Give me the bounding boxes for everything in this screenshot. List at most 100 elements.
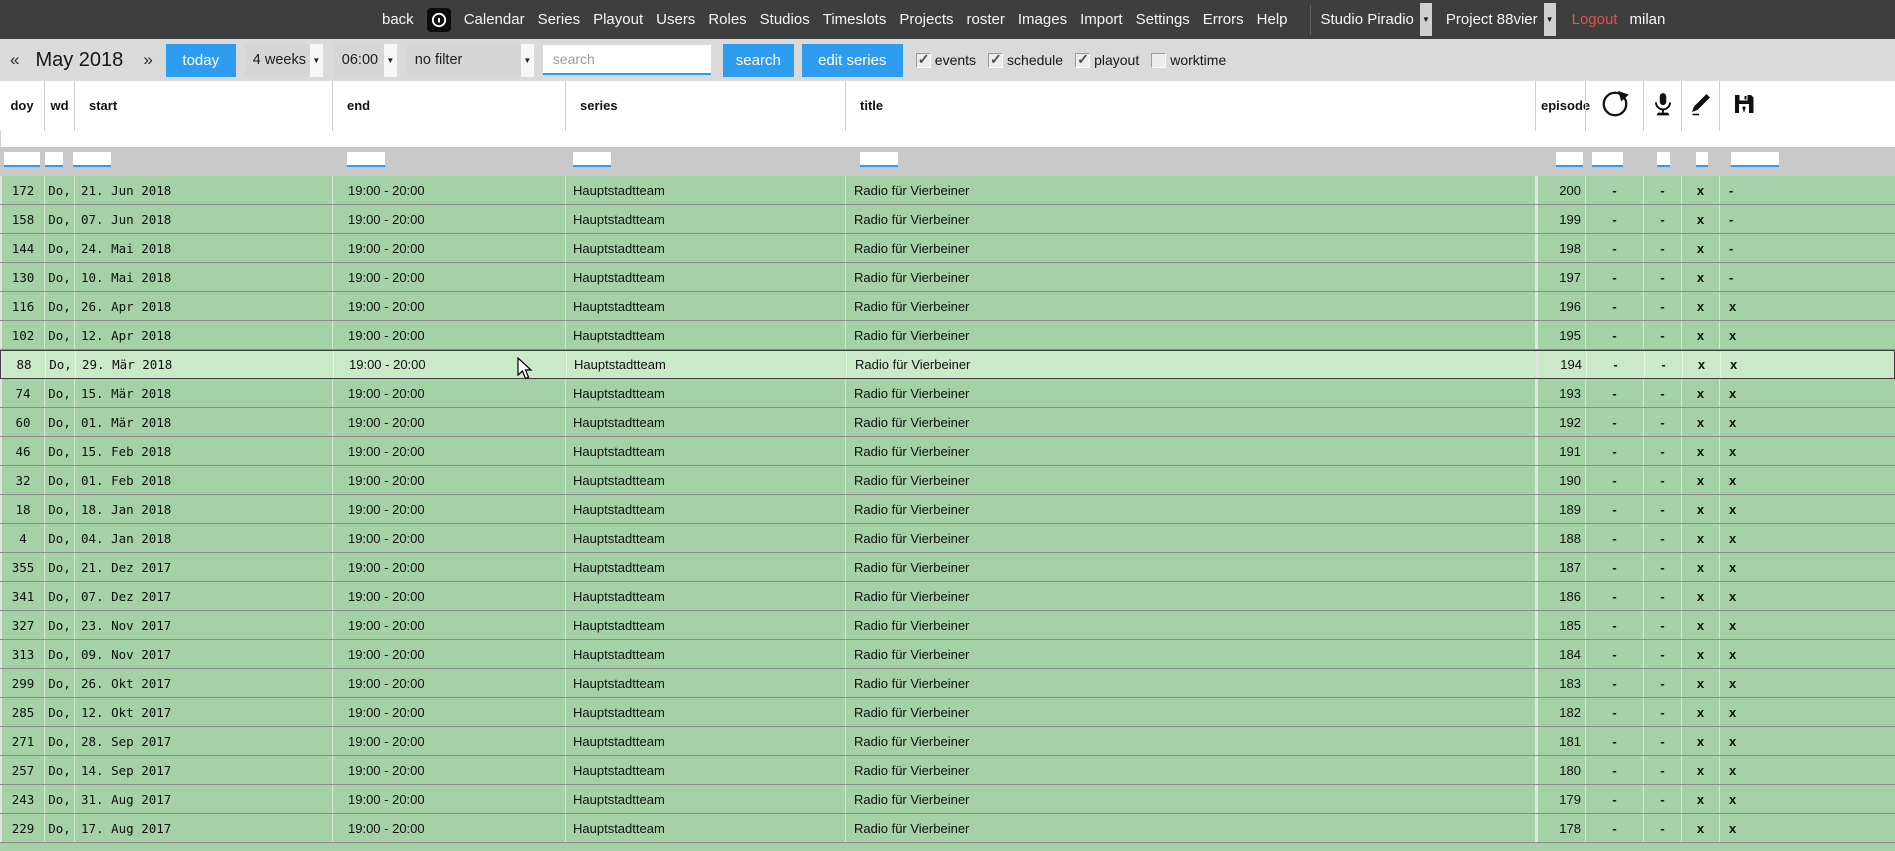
table-row[interactable]: 229 Do, 17. Aug 2017 19:00 - 20:00 Haupt… [0, 814, 1895, 843]
project-select[interactable]: Project 88vier [1446, 11, 1538, 28]
chevron-down-icon[interactable]: ▼ [310, 44, 323, 77]
menu-item-playout[interactable]: Playout [593, 11, 643, 28]
table-row[interactable]: 271 Do, 28. Sep 2017 19:00 - 20:00 Haupt… [0, 727, 1895, 756]
column-header-start[interactable]: start [74, 81, 332, 131]
table-row[interactable]: 18 Do, 18. Jan 2018 19:00 - 20:00 Haupts… [0, 495, 1895, 524]
filter-microphone-input[interactable] [1657, 152, 1670, 167]
row-start-date: 12. Apr 2018 [74, 321, 332, 349]
table-row[interactable]: 74 Do, 15. Mär 2018 19:00 - 20:00 Haupts… [0, 379, 1895, 408]
table-row[interactable]: 102 Do, 12. Apr 2018 19:00 - 20:00 Haupt… [0, 321, 1895, 350]
table-row[interactable]: 327 Do, 23. Nov 2017 19:00 - 20:00 Haupt… [0, 611, 1895, 640]
column-header-episode[interactable]: episode [1535, 81, 1585, 131]
row-save-flag: x [1719, 582, 1895, 610]
chevron-down-icon[interactable]: ▼ [384, 44, 397, 77]
menu-item-timeslots[interactable]: Timeslots [823, 11, 887, 28]
column-header-save[interactable] [1719, 81, 1895, 131]
column-header-wd[interactable]: wd [44, 81, 74, 131]
table-row[interactable]: 116 Do, 26. Apr 2018 19:00 - 20:00 Haupt… [0, 292, 1895, 321]
row-start-date: 26. Apr 2018 [74, 292, 332, 320]
today-button[interactable]: today [166, 44, 236, 77]
previous-period-button[interactable]: « [10, 50, 19, 70]
column-header-series[interactable]: series [565, 81, 845, 131]
table-row[interactable]: 4 Do, 04. Jan 2018 19:00 - 20:00 Hauptst… [0, 524, 1895, 553]
events-checkbox-group: events [916, 52, 976, 68]
filter-rerun-input[interactable] [1592, 152, 1623, 167]
studio-dropdown-button[interactable]: ▼ [1420, 3, 1432, 36]
table-row[interactable]: 158 Do, 07. Jun 2018 19:00 - 20:00 Haupt… [0, 205, 1895, 234]
table-row[interactable]: 299 Do, 26. Okt 2017 19:00 - 20:00 Haupt… [0, 669, 1895, 698]
row-microphone-flag: - [1643, 205, 1681, 233]
column-header-end[interactable]: end [332, 81, 565, 131]
filter-select[interactable]: no filter ▼ [407, 44, 534, 77]
row-start-date: 21. Dez 2017 [74, 553, 332, 581]
menu-item-roles[interactable]: Roles [708, 11, 746, 28]
column-header-rerun[interactable] [1585, 81, 1643, 131]
row-title: Radio für Vierbeiner [845, 263, 1535, 291]
table-row[interactable]: 172 Do, 21. Jun 2018 19:00 - 20:00 Haupt… [0, 176, 1895, 205]
row-save-flag: x [1719, 669, 1895, 697]
table-row[interactable]: 130 Do, 10. Mai 2018 19:00 - 20:00 Haupt… [0, 263, 1895, 292]
filter-save-input[interactable] [1731, 152, 1779, 167]
table-row[interactable]: 257 Do, 14. Sep 2017 19:00 - 20:00 Haupt… [0, 756, 1895, 785]
search-input[interactable] [543, 45, 711, 75]
menu-item-help[interactable]: Help [1257, 11, 1288, 28]
menu-item-import[interactable]: Import [1080, 11, 1123, 28]
range-select[interactable]: 4 weeks ▼ [245, 44, 323, 77]
row-time-range: 19:00 - 20:00 [332, 727, 565, 755]
table-row[interactable]: 144 Do, 24. Mai 2018 19:00 - 20:00 Haupt… [0, 234, 1895, 263]
table-row[interactable]: 243 Do, 31. Aug 2017 19:00 - 20:00 Haupt… [0, 785, 1895, 814]
menu-item-errors[interactable]: Errors [1203, 11, 1244, 28]
row-rerun-flag: - [1585, 814, 1643, 842]
column-header-title[interactable]: title [845, 81, 1535, 131]
table-row[interactable]: 341 Do, 07. Dez 2017 19:00 - 20:00 Haupt… [0, 582, 1895, 611]
row-rerun-flag: - [1585, 669, 1643, 697]
table-row[interactable]: 285 Do, 12. Okt 2017 19:00 - 20:00 Haupt… [0, 698, 1895, 727]
filter-end-input[interactable] [347, 152, 385, 167]
menu-item-projects[interactable]: Projects [899, 11, 953, 28]
filter-start-input[interactable] [73, 152, 111, 167]
column-header-edit[interactable] [1681, 81, 1719, 131]
table-row[interactable]: 46 Do, 15. Feb 2018 19:00 - 20:00 Haupts… [0, 437, 1895, 466]
menu-item-images[interactable]: Images [1018, 11, 1067, 28]
filter-series-input[interactable] [573, 152, 611, 167]
piradio-logo-icon[interactable] [427, 8, 451, 32]
back-button[interactable]: back [382, 11, 414, 28]
menu-item-series[interactable]: Series [538, 11, 581, 28]
schedule-checkbox[interactable] [988, 53, 1003, 68]
playout-checkbox[interactable] [1075, 53, 1090, 68]
menu-item-users[interactable]: Users [656, 11, 695, 28]
filter-episode-input[interactable] [1556, 152, 1583, 167]
row-episode: 198 [1535, 234, 1585, 262]
search-button[interactable]: search [723, 44, 794, 77]
events-checkbox[interactable] [916, 53, 931, 68]
studio-select[interactable]: Studio Piradio [1321, 11, 1414, 28]
table-row[interactable]: 32 Do, 01. Feb 2018 19:00 - 20:00 Haupts… [0, 466, 1895, 495]
next-period-button[interactable]: » [143, 50, 152, 70]
table-row[interactable]: 60 Do, 01. Mär 2018 19:00 - 20:00 Haupts… [0, 408, 1895, 437]
menu-item-calendar[interactable]: Calendar [464, 11, 525, 28]
row-rerun-flag: - [1585, 466, 1643, 494]
filter-title-input[interactable] [860, 152, 898, 167]
project-dropdown-button[interactable]: ▼ [1544, 3, 1556, 36]
filter-wd-input[interactable] [45, 152, 63, 167]
worktime-checkbox[interactable] [1151, 53, 1166, 68]
filter-edit-input[interactable] [1696, 152, 1708, 167]
column-header-doy[interactable]: doy [0, 81, 44, 131]
filter-doy-input[interactable] [4, 152, 40, 167]
table-row[interactable]: 355 Do, 21. Dez 2017 19:00 - 20:00 Haupt… [0, 553, 1895, 582]
chevron-down-icon[interactable]: ▼ [521, 44, 534, 77]
filter-select-value: no filter [407, 52, 521, 68]
logout-button[interactable]: Logout [1572, 11, 1618, 28]
menu-item-settings[interactable]: Settings [1136, 11, 1190, 28]
menu-item-studios[interactable]: Studios [760, 11, 810, 28]
pencil-icon [1689, 92, 1713, 119]
table-row[interactable]: 313 Do, 09. Nov 2017 19:00 - 20:00 Haupt… [0, 640, 1895, 669]
row-start-date: 07. Jun 2018 [74, 205, 332, 233]
column-header-microphone[interactable] [1643, 81, 1681, 131]
menu-item-roster[interactable]: roster [967, 11, 1005, 28]
table-row[interactable]: 88 Do, 29. Mär 2018 19:00 - 20:00 Haupts… [0, 350, 1895, 379]
edit-series-button[interactable]: edit series [802, 44, 903, 77]
row-rerun-flag: - [1585, 234, 1643, 262]
row-doy: 271 [0, 727, 44, 755]
time-select[interactable]: 06:00 ▼ [334, 44, 397, 77]
